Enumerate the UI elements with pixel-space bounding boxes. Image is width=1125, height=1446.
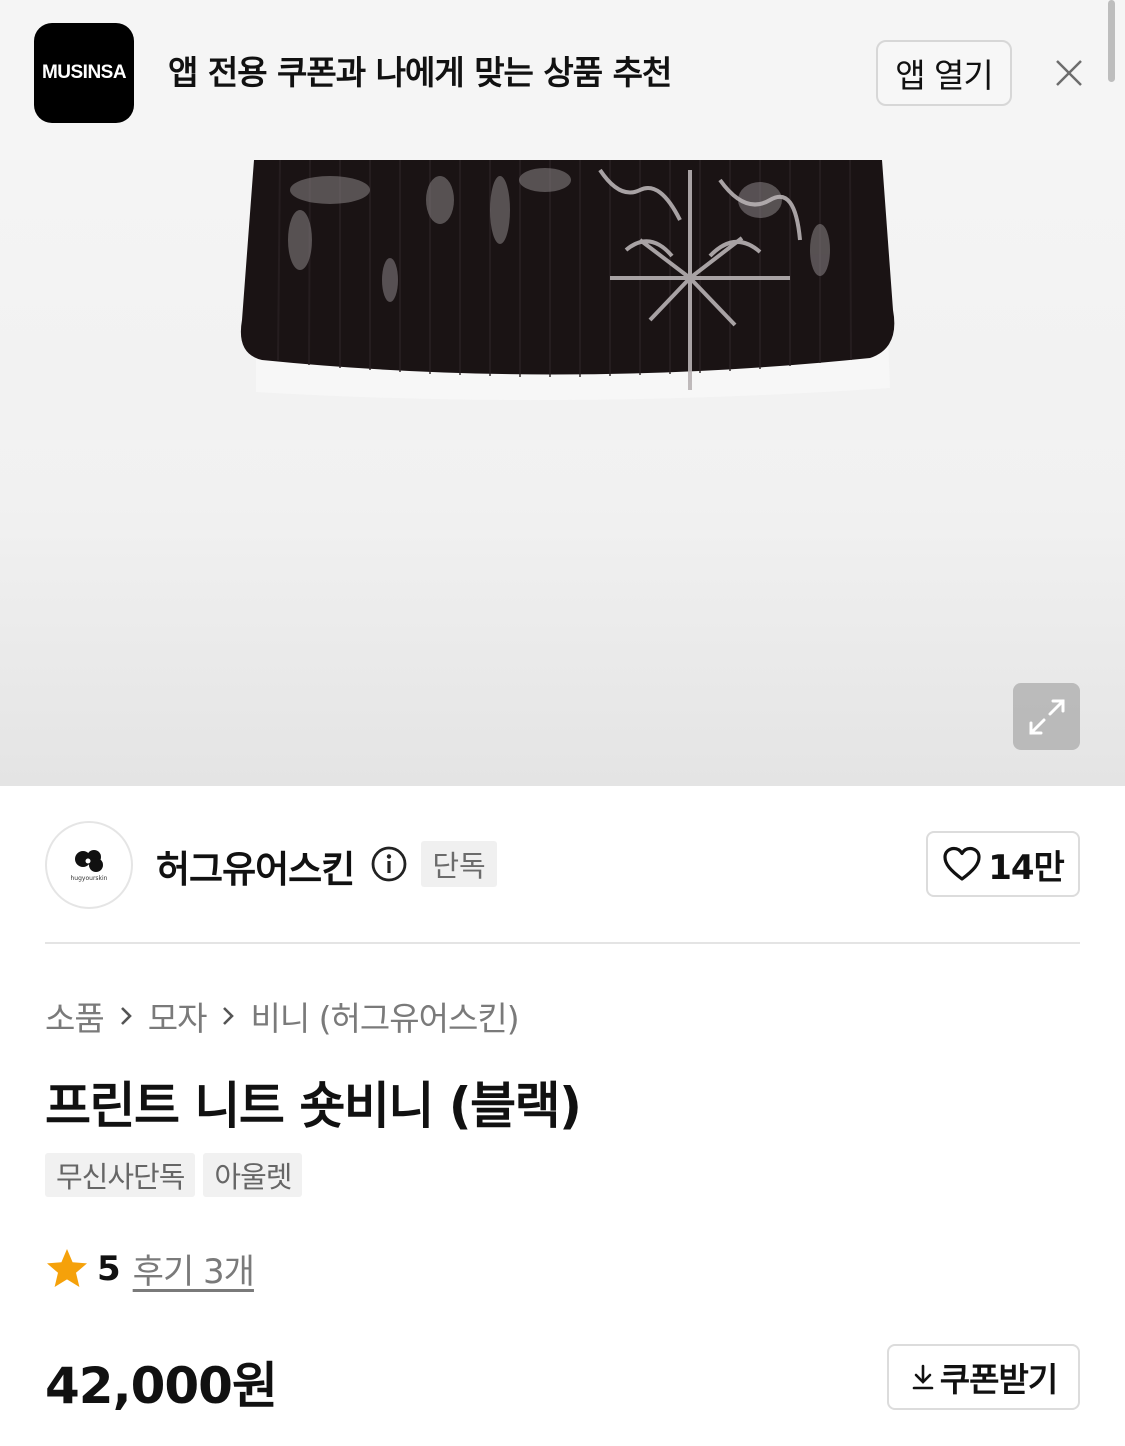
musinsa-app-logo[interactable]: MUSINSA — [34, 23, 134, 123]
breadcrumb: 소품 모자 비니 (허그유어스킨) — [45, 992, 520, 1040]
brand-name[interactable]: 허그유어스킨 — [156, 839, 355, 893]
star-icon — [47, 1248, 87, 1287]
expand-icon — [1029, 699, 1064, 734]
expand-image-button[interactable] — [1013, 683, 1080, 750]
chevron-right-icon — [118, 1005, 134, 1027]
section-divider — [45, 942, 1080, 944]
banner-close-button[interactable] — [1050, 54, 1088, 92]
brand-logo-text: hugyourskin — [70, 874, 108, 882]
heart-icon — [943, 846, 981, 881]
download-icon — [912, 1364, 934, 1390]
breadcrumb-item-accessories[interactable]: 소품 — [45, 992, 105, 1040]
musinsa-logo-text: MUSINSA — [41, 62, 127, 83]
rating-score: 5 — [97, 1248, 121, 1289]
product-image[interactable] — [0, 160, 1125, 786]
tag-outlet: 아울렛 — [203, 1153, 303, 1197]
open-app-button[interactable]: 앱 열기 — [876, 40, 1012, 106]
app-download-banner: MUSINSA 앱 전용 쿠폰과 나에게 맞는 상품 추천 앱 열기 — [0, 0, 1125, 160]
exclusive-badge: 단독 — [421, 841, 497, 887]
tag-musinsa-exclusive: 무신사단독 — [45, 1153, 196, 1197]
chevron-right-icon — [220, 1005, 236, 1027]
brand-logo-avatar[interactable]: hugyourskin — [45, 821, 133, 909]
beanie-product-photo — [240, 160, 895, 401]
like-button[interactable]: 14만 — [926, 831, 1080, 897]
like-count: 14만 — [988, 847, 1065, 888]
product-title: 프린트 니트 숏비니 (블랙) — [45, 1077, 582, 1135]
rating-row: 5 후기 3개 — [45, 1244, 255, 1293]
review-count-link[interactable]: 후기 3개 — [133, 1244, 255, 1293]
close-icon — [1056, 60, 1082, 86]
brand-logo-mark — [75, 849, 103, 872]
page-scrollbar[interactable] — [1108, 0, 1115, 82]
breadcrumb-item-beanie[interactable]: 비니 (허그유어스킨) — [250, 992, 519, 1040]
product-price: 42,000원 — [45, 1357, 278, 1415]
info-icon[interactable] — [370, 845, 408, 883]
coupon-label: 쿠폰받기 — [939, 1360, 1058, 1399]
breadcrumb-item-hats[interactable]: 모자 — [148, 992, 208, 1040]
banner-message: 앱 전용 쿠폰과 나에게 맞는 상품 추천 — [168, 53, 672, 92]
product-tags: 무신사단독 아울렛 — [45, 1153, 303, 1197]
get-coupon-button[interactable]: 쿠폰받기 — [887, 1344, 1080, 1410]
